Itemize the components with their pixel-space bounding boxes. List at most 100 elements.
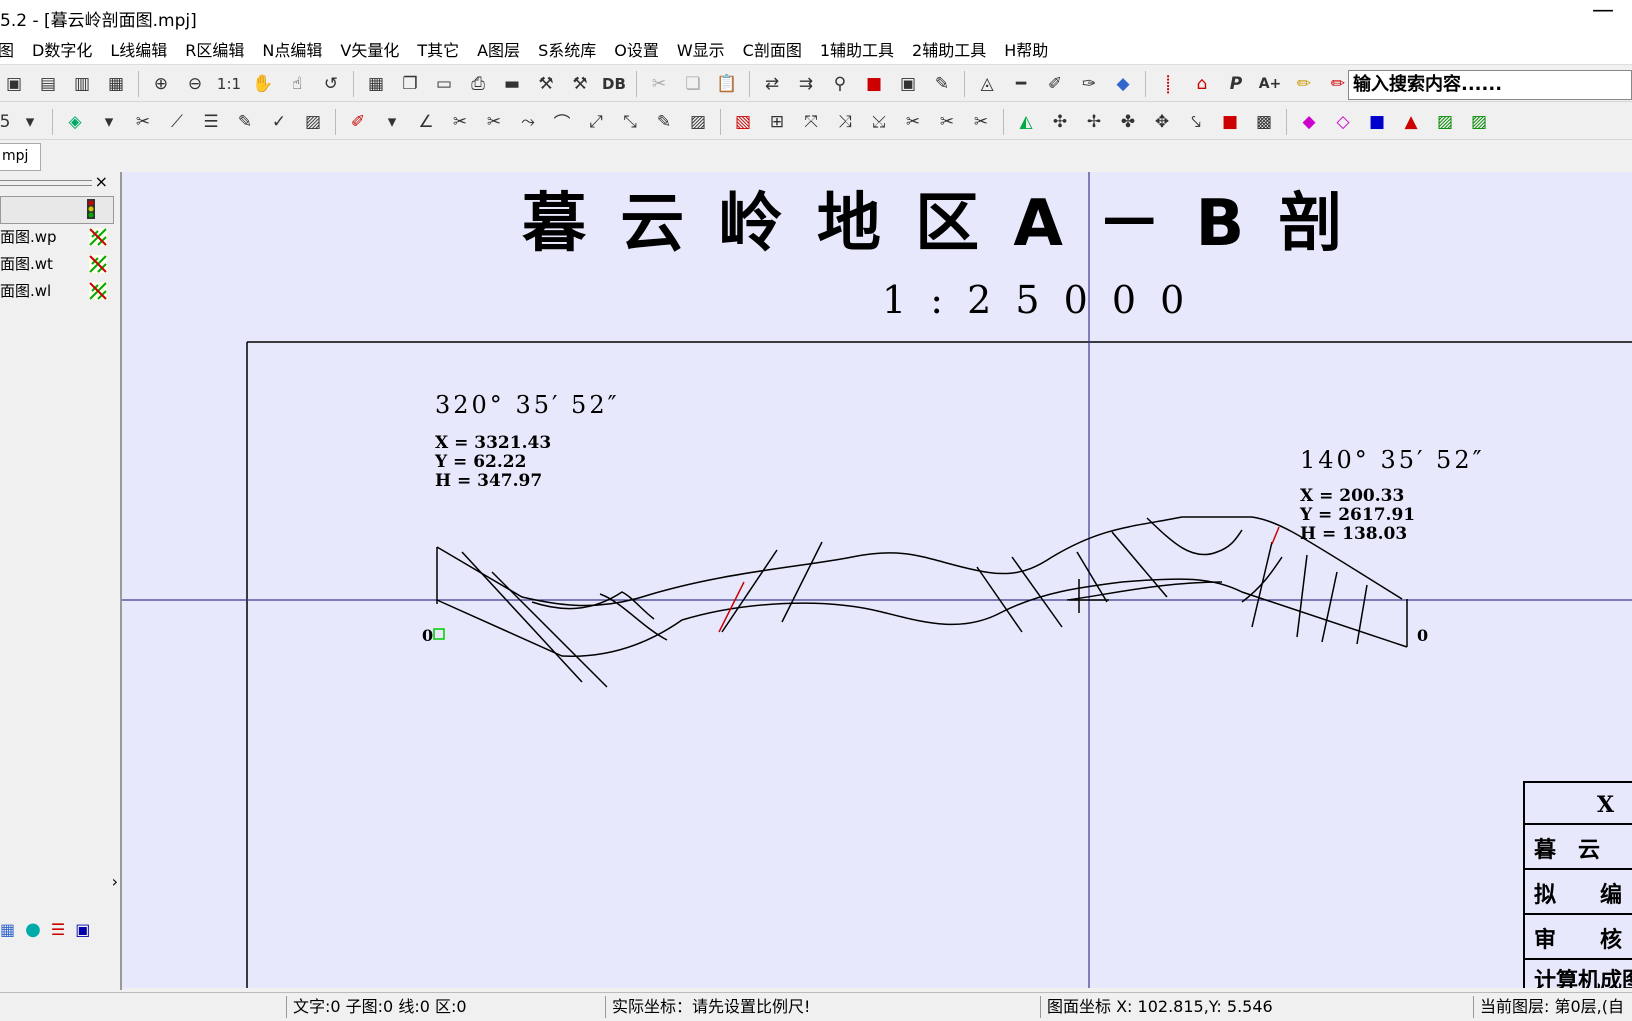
select-icon[interactable]: ☝ <box>283 70 311 98</box>
list-icon[interactable]: ☰ <box>197 108 225 136</box>
print-icon[interactable]: ⎙ <box>464 70 492 98</box>
pattern-icon[interactable]: ▨ <box>1431 108 1459 136</box>
copy-icon[interactable]: ❏ <box>679 70 707 98</box>
region-move-icon[interactable]: ⤧ <box>797 108 825 136</box>
cut-line-icon[interactable]: ✂ <box>446 108 474 136</box>
split-icon[interactable]: ✂ <box>129 108 157 136</box>
zoom-out-icon[interactable]: ⊖ <box>181 70 209 98</box>
menu-vectorize[interactable]: V矢量化 <box>340 37 399 61</box>
point-align-icon[interactable]: ⤥ <box>1182 108 1210 136</box>
edit-layer-icon[interactable]: ✎ <box>928 70 956 98</box>
ruler-icon[interactable]: ━ <box>1007 70 1035 98</box>
calculator-icon[interactable]: ▦ <box>362 70 390 98</box>
eraser-icon[interactable]: ◇ <box>1329 108 1357 136</box>
point-copy-icon[interactable]: ✢ <box>1080 108 1108 136</box>
shape-icon[interactable]: ◆ <box>1109 70 1137 98</box>
point-hatch-icon[interactable]: ▩ <box>1250 108 1278 136</box>
menu-point-edit[interactable]: N点编辑 <box>262 37 322 61</box>
point-move-icon[interactable]: ✣ <box>1046 108 1074 136</box>
file-item-wt[interactable]: 面图.wt <box>0 251 120 278</box>
region-trim-icon[interactable]: ✂ <box>967 108 995 136</box>
copy-layer-icon[interactable]: ■ <box>860 70 888 98</box>
color-blue-icon[interactable]: ■ <box>1363 108 1391 136</box>
close-icon[interactable]: × <box>95 172 108 191</box>
chevron-down-icon[interactable]: ▾ <box>16 108 44 136</box>
layer-status-icon[interactable] <box>88 281 108 301</box>
fill-icon[interactable]: ◭ <box>1012 108 1040 136</box>
save-icon[interactable]: ▣ <box>0 70 28 98</box>
zoom-in-icon[interactable]: ⊕ <box>147 70 175 98</box>
paste-icon[interactable]: 📋 <box>713 70 741 98</box>
pattern-edit-icon[interactable]: ▨ <box>1465 108 1493 136</box>
mark-icon[interactable]: ⸽ <box>1154 70 1182 98</box>
region-clip-icon[interactable]: ✂ <box>933 108 961 136</box>
actual-size-button[interactable]: 1:1 <box>215 70 243 98</box>
grid-icon[interactable]: ▬ <box>498 70 526 98</box>
section-drawing[interactable]: 暮 云 岭 地 区 A － B 剖 1 : 2 5 0 0 0 320° 35′… <box>122 172 1632 988</box>
scissors-icon[interactable]: ✂ <box>480 108 508 136</box>
point-edit-icon[interactable]: ✤ <box>1114 108 1142 136</box>
hatch-line-icon[interactable]: ▨ <box>684 108 712 136</box>
search-input[interactable]: 输入搜索内容...... <box>1348 70 1632 100</box>
node-icon[interactable]: ⤳ <box>514 108 542 136</box>
menu-digitize[interactable]: D数字化 <box>32 37 92 61</box>
menu-section[interactable]: C剖面图 <box>743 37 802 61</box>
font-button[interactable]: P <box>1222 70 1250 98</box>
file-list-header[interactable] <box>0 196 114 224</box>
house-icon[interactable]: ⌂ <box>1188 70 1216 98</box>
measure-icon[interactable]: ◬ <box>973 70 1001 98</box>
window-icon[interactable]: ❐ <box>396 70 424 98</box>
map-canvas[interactable]: 暮 云 岭 地 区 A － B 剖 1 : 2 5 0 0 0 320° 35′… <box>122 172 1632 988</box>
lines-icon[interactable]: ☰ <box>51 920 65 939</box>
hatch-icon[interactable]: ▨ <box>299 108 327 136</box>
layer-combo[interactable]: 5 <box>0 108 10 136</box>
line-tool-icon[interactable]: ⟋ <box>163 108 191 136</box>
chevron-down-icon[interactable]: ▾ <box>378 108 406 136</box>
menu-line-edit[interactable]: L线编辑 <box>110 37 167 61</box>
monitor-icon[interactable]: ▣ <box>75 920 90 939</box>
palette-icon[interactable]: ◆ <box>1295 108 1323 136</box>
grid-view-icon[interactable]: ▦ <box>0 920 15 939</box>
menu-other[interactable]: T其它 <box>417 37 459 61</box>
pencil-yellow-icon[interactable]: ✏ <box>1290 70 1318 98</box>
layer-status-icon[interactable] <box>88 227 108 247</box>
menu-layer[interactable]: A图层 <box>477 37 520 61</box>
menu-aux-tools-2[interactable]: 2辅助工具 <box>912 37 986 61</box>
param-icon[interactable]: ⇄ <box>758 70 786 98</box>
refresh-icon[interactable]: ↺ <box>317 70 345 98</box>
menu-help[interactable]: H帮助 <box>1004 37 1048 61</box>
start-point-marker[interactable] <box>433 628 445 640</box>
point-color-icon[interactable]: ■ <box>1216 108 1244 136</box>
file-item-wp[interactable]: 面图.wp <box>0 224 120 251</box>
color-red-icon[interactable]: ▲ <box>1397 108 1425 136</box>
draw-line-icon[interactable]: ✐ <box>344 108 372 136</box>
filter-icon[interactable]: ⚲ <box>826 70 854 98</box>
menu-settings[interactable]: O设置 <box>614 37 659 61</box>
layer-status-icon[interactable] <box>88 254 108 274</box>
circle-icon[interactable]: ● <box>25 919 41 940</box>
hammer-icon[interactable]: ⚒ <box>566 70 594 98</box>
brush-icon[interactable]: ✑ <box>1075 70 1103 98</box>
region-split-icon[interactable]: ⊞ <box>763 108 791 136</box>
region-copy-icon[interactable]: ⤨ <box>831 108 859 136</box>
save-copy-icon[interactable]: ▦ <box>102 70 130 98</box>
minimize-button[interactable]: — <box>1592 0 1614 23</box>
menu-aux-tools-1[interactable]: 1辅助工具 <box>820 37 894 61</box>
region-cut-icon[interactable]: ✂ <box>899 108 927 136</box>
menu-display[interactable]: W显示 <box>677 37 725 61</box>
chevron-down-icon[interactable]: ▾ <box>95 108 123 136</box>
menu-map[interactable]: 图 <box>0 37 14 61</box>
check-icon[interactable]: ✓ <box>265 108 293 136</box>
angle-icon[interactable]: ∠ <box>412 108 440 136</box>
point-cut-icon[interactable]: ✥ <box>1148 108 1176 136</box>
file-item-wl[interactable]: 面图.wl <box>0 278 120 305</box>
cut-icon[interactable]: ✂ <box>645 70 673 98</box>
region-merge-icon[interactable]: ⤩ <box>865 108 893 136</box>
save-all-icon[interactable]: ▤ <box>34 70 62 98</box>
note-icon[interactable]: ✎ <box>231 108 259 136</box>
pan-hand-icon[interactable]: ✋ <box>249 70 277 98</box>
edit-line-icon[interactable]: ✎ <box>650 108 678 136</box>
panel-grip[interactable] <box>0 180 92 186</box>
transfer-icon[interactable]: ⇉ <box>792 70 820 98</box>
clipboard-icon[interactable]: ▣ <box>894 70 922 98</box>
